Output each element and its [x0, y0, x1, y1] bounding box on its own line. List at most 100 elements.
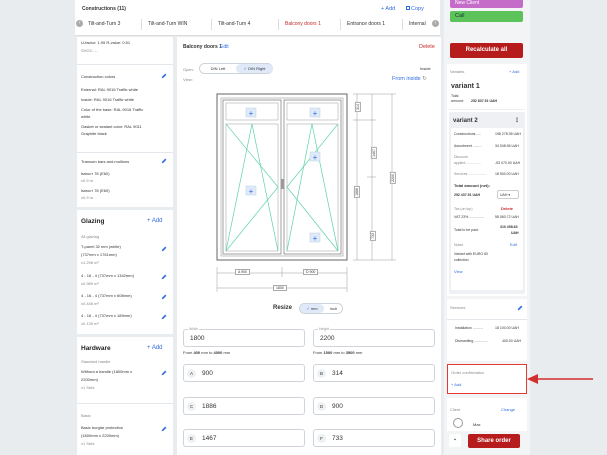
param-b-input[interactable]: B 314 — [313, 364, 435, 382]
edit-colors-pencil-icon[interactable] — [161, 73, 167, 79]
transom-item-2-qty: x0.9 m — [81, 195, 94, 200]
order-sidebar: New Client Call Recalculate all Variants… — [444, 0, 530, 455]
chat-icon[interactable]: ▪ — [449, 434, 461, 447]
hardware-item-1-line1: Without a handle (1800mm x — [81, 369, 133, 374]
check-icon: ✓ — [306, 306, 310, 311]
edit-services-pencil-icon[interactable] — [517, 305, 523, 311]
tab-tilt-and-turn-3[interactable]: Tilt-and-Turn 3 — [85, 18, 137, 31]
edit-glazing-3-pencil-icon[interactable] — [161, 294, 167, 300]
tabs-scroll-left-icon[interactable]: ‹ — [76, 20, 83, 27]
glazing-item-2-name: 4 - 16 - 4 (737mm x 1342mm) — [81, 273, 134, 278]
transom-item-1: Імпост 78 (E60) — [81, 171, 110, 176]
width-input[interactable]: Width 1800 — [183, 327, 305, 347]
external-color: External: RAL 9016 Traffic white — [81, 87, 138, 92]
construction-properties-panel: U-factor: 1.95 R-value: 0.51 SHGC: -- Co… — [77, 37, 173, 207]
add-construction-button[interactable]: + Add — [381, 6, 395, 12]
variant-1-card[interactable]: variant 1 Total amount: 252 837.91 UAH — [449, 80, 525, 110]
tabs-scroll-right-icon[interactable]: › — [432, 20, 439, 27]
outer-frame — [216, 93, 348, 261]
construction-drawing: + + + + + — [216, 93, 396, 292]
shgc-text: SHGC: -- — [81, 48, 98, 53]
unit-toggle: ✓ mm inch — [299, 303, 343, 314]
glazing-item-1-qty: x1.298 m² — [81, 260, 99, 265]
param-f-input[interactable]: F 733 — [313, 429, 435, 447]
edit-notes-button[interactable]: Edit — [510, 242, 517, 247]
glazing-title: Glazing — [81, 218, 105, 225]
dim-e-label: 1467 — [370, 147, 377, 159]
edit-transom-pencil-icon[interactable] — [161, 158, 167, 164]
variants-panel: Variants + Add variant 1 Total amount: 2… — [447, 64, 527, 296]
all-glazing-label: All glazing — [81, 234, 100, 239]
add-hardware-button[interactable]: + Add — [147, 345, 163, 351]
variant-2-name: variant 2 — [453, 118, 478, 124]
client-panel: Client Change Max — [447, 398, 527, 431]
mm-option[interactable]: ✓ mm — [300, 304, 324, 313]
svg-text:+: + — [313, 153, 318, 162]
variant-2-card[interactable]: variant 2 ⋮ Constructions ..... 198 278.… — [449, 112, 525, 294]
add-variant-button[interactable]: + Add — [509, 69, 519, 74]
dim-f-label: 733 — [369, 231, 376, 241]
inside-color: Inside: RAL 9016 Traffic white — [81, 97, 134, 102]
tab-tilt-and-turn-win[interactable]: Tilt-and-Turn WIN — [145, 18, 205, 31]
resize-label: Resize — [273, 305, 293, 311]
construction-colors-title: Construction colors — [81, 74, 116, 79]
glazing-item-4-qty: x0.139 m² — [81, 321, 99, 326]
door-handle — [281, 179, 284, 189]
variants-label: Variants — [450, 69, 465, 74]
view-variant-button[interactable]: View — [454, 269, 463, 274]
glazing-item-4-name: 4 - 16 - 4 (737mm x 189mm) — [81, 313, 132, 318]
variant-menu-icon[interactable]: ⋮ — [514, 117, 520, 124]
tab-tilt-and-turn-4[interactable]: Tilt-and-Turn 4 — [215, 18, 270, 31]
dim-d-label: D 900 — [303, 269, 319, 275]
height-input[interactable]: Height 2200 — [313, 327, 435, 347]
total-to-pay-amount: 310 498.63 — [500, 225, 518, 229]
param-d-input[interactable]: D 900 — [313, 397, 435, 415]
gasket-color-line2: Graphite black — [81, 131, 107, 136]
recalculate-all-button[interactable]: Recalculate all — [450, 43, 523, 58]
tab-balcony-doors-1[interactable]: Balcony doors 1 — [282, 18, 337, 31]
dim-c-label: 1886 — [353, 186, 360, 198]
param-c-input[interactable]: C 1886 — [183, 397, 305, 415]
hardware-title: Hardware — [81, 345, 111, 352]
svg-text:+: + — [249, 109, 254, 118]
glazing-item-1-name: T-panel 32 mm (white) — [81, 244, 121, 249]
change-client-button[interactable]: Change — [501, 407, 515, 412]
services-label: Services — [450, 305, 466, 310]
dim-total-height-label: 2200 — [389, 172, 396, 184]
param-a-input[interactable]: A 900 — [183, 364, 305, 382]
edit-glazing-1-pencil-icon[interactable] — [161, 246, 167, 252]
constructions-title: Constructions (11) — [82, 6, 126, 12]
new-client-button[interactable]: New Client — [450, 0, 523, 8]
base-color-line1: Color of the base: RAL 9016 Traffic — [81, 107, 144, 112]
edit-hardware-1-pencil-icon[interactable] — [161, 370, 167, 376]
glazing-item-2-qty: x0.989 m² — [81, 281, 99, 286]
total-net-amount: 252 437.91 UAH — [454, 193, 481, 197]
edit-hardware-2-pencil-icon[interactable] — [161, 426, 167, 432]
hardware-item-2-qty: x1 Sets — [81, 441, 95, 446]
chevron-down-icon: ▾ — [508, 193, 511, 197]
dim-total-width-label: 1800 — [273, 285, 287, 291]
call-button[interactable]: Call — [450, 11, 523, 22]
edit-glazing-2-pencil-icon[interactable] — [161, 274, 167, 280]
client-name: Max — [473, 422, 481, 427]
transom-title: Transom bars and mullions — [81, 159, 130, 164]
param-e-input[interactable]: E 1467 — [183, 429, 305, 447]
copy-icon — [406, 6, 410, 10]
glazing-panel: Glazing + Add All glazing T-panel 32 mm … — [77, 210, 173, 334]
add-glazing-button[interactable]: + Add — [147, 218, 163, 224]
copy-construction-button[interactable]: Copy — [406, 6, 424, 12]
tab-entrance-doors-1[interactable]: Entrance doors 1 — [344, 18, 399, 31]
add-order-confirmation-button[interactable]: + Add — [451, 382, 461, 387]
tab-internal[interactable]: Internal — [406, 18, 432, 31]
edit-glazing-4-pencil-icon[interactable] — [161, 314, 167, 320]
gasket-color-line1: Gasket or sealant color: RAL 9011 — [81, 124, 142, 129]
dim-letter: D — [306, 270, 309, 274]
svg-text:+: + — [249, 187, 254, 196]
currency-select[interactable]: UAH ▾ — [497, 190, 519, 199]
inch-option[interactable]: inch — [324, 304, 343, 313]
delete-tax-button[interactable]: Delete — [501, 206, 513, 211]
share-order-button[interactable]: Share order — [468, 434, 520, 448]
construction-tabs-header: Constructions (11) + Add Copy ‹ Tilt-and… — [75, 0, 440, 36]
hardware-item-1-qty: x1 Sets — [81, 385, 95, 390]
avatar — [453, 418, 463, 428]
